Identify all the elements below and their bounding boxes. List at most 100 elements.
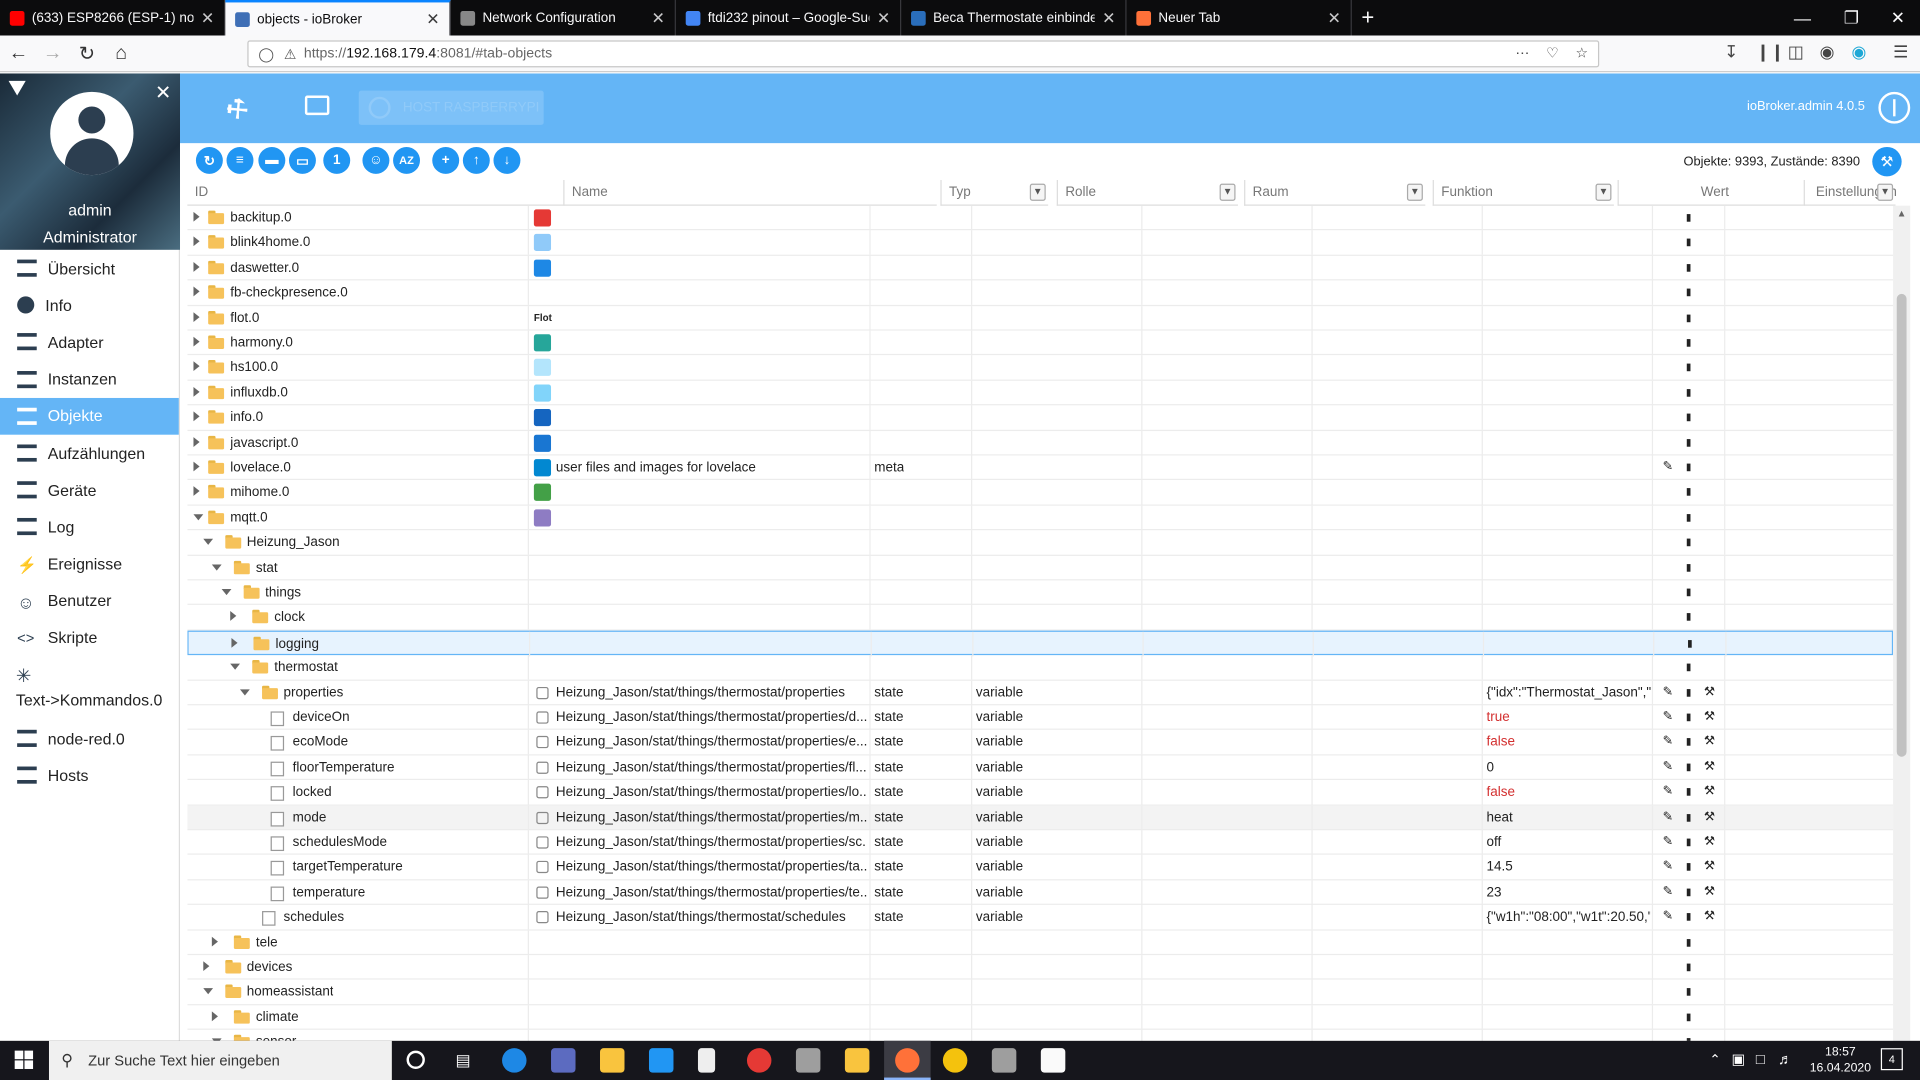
vertical-scrollbar[interactable]: ▲ — [1893, 205, 1911, 1041]
expand-toggle-icon[interactable] — [239, 688, 250, 696]
col-type[interactable]: Typ ▼ — [940, 180, 1049, 206]
delete-icon[interactable]: ▮ — [1682, 211, 1694, 226]
scrollbar-thumb[interactable] — [1896, 293, 1907, 757]
collapse-toggle-icon[interactable] — [193, 311, 200, 322]
collapse-toggle-icon[interactable] — [193, 236, 200, 247]
collapse-toggle-icon[interactable] — [211, 936, 218, 947]
sidebar-item-skripte[interactable]: <> Skripte — [0, 619, 179, 656]
table-row[interactable]: influxdb.0 ▮ — [187, 380, 1894, 406]
add-icon[interactable]: + — [432, 146, 460, 174]
close-icon[interactable]: ✕ — [155, 81, 171, 105]
notifications-icon[interactable]: 4 — [1880, 1048, 1903, 1071]
table-row[interactable]: harmony.0 ▮ — [187, 330, 1894, 356]
delete-icon[interactable]: ▮ — [1682, 985, 1694, 1000]
delete-icon[interactable]: ▮ — [1682, 785, 1694, 800]
opera-icon[interactable] — [746, 1048, 772, 1073]
table-row[interactable]: daswetter.0 ▮ — [187, 255, 1894, 281]
custom-settings-icon[interactable]: ⚒ — [1703, 735, 1715, 750]
tab-close-icon[interactable]: ✕ — [426, 9, 439, 29]
edit-members-icon[interactable]: ☺ — [362, 146, 390, 174]
library-icon[interactable]: ❙❙ — [1756, 42, 1785, 63]
delete-icon[interactable]: ▮ — [1682, 585, 1694, 600]
sidebar-item-aufz-hlungen[interactable]: Aufzählungen — [0, 435, 179, 472]
downloads-icon[interactable]: ↧ — [1724, 42, 1738, 63]
settings-wrench-button[interactable]: ⚒ — [1872, 146, 1902, 177]
folder-expand-icon[interactable]: ▭ — [288, 146, 316, 174]
new-tab-button[interactable]: + — [1352, 0, 1384, 36]
windows-start-icon[interactable] — [14, 1050, 34, 1069]
delete-icon[interactable]: ▮ — [1682, 760, 1694, 775]
delete-icon[interactable]: ▮ — [1682, 885, 1694, 900]
sidebar-item-ger-te[interactable]: Geräte — [0, 472, 179, 509]
volume-icon[interactable]: ♬ — [1778, 1051, 1793, 1068]
delete-icon[interactable]: ▮ — [1682, 286, 1694, 301]
chevron-down-icon[interactable]: ▼ — [1219, 183, 1236, 201]
table-row[interactable]: schedulesMode Heizung_Jason/stat/things/t… — [187, 830, 1894, 856]
page-actions-icon[interactable]: ⋯ — [1515, 44, 1529, 62]
network-icon[interactable]: ▣ — [1731, 1051, 1745, 1068]
sidebar-item-hosts[interactable]: Hosts — [0, 757, 179, 794]
url-bar[interactable]: ◯ ⚠ https://192.168.179.4:8081/#tab-obje… — [247, 40, 1600, 68]
taskbar-search[interactable]: ⚲ Zur Suche Text hier eingeben — [48, 1040, 392, 1080]
tray-up-icon[interactable]: ⌃ — [1709, 1052, 1720, 1068]
upload-icon[interactable]: ↑ — [462, 146, 490, 174]
collapse-toggle-icon[interactable] — [193, 261, 200, 272]
browser-tab[interactable]: objects - ioBroker ✕ — [225, 0, 451, 36]
table-row[interactable]: properties Heizung_Jason/stat/things/ther… — [187, 680, 1894, 706]
table-row[interactable]: javascript.0 ▮ — [187, 430, 1894, 456]
table-row[interactable]: clock ▮ — [187, 605, 1894, 631]
display-icon[interactable]: □ — [1756, 1051, 1765, 1068]
edit-icon[interactable]: ✎ — [1662, 785, 1674, 800]
sidebar-item-info[interactable]: Info — [0, 287, 179, 324]
chevron-down-icon[interactable]: ▼ — [1029, 183, 1046, 201]
delete-icon[interactable]: ▮ — [1682, 311, 1694, 326]
putty-icon[interactable] — [991, 1048, 1017, 1073]
delete-icon[interactable]: ▮ — [1682, 835, 1694, 850]
collapse-toggle-icon[interactable] — [193, 386, 200, 397]
table-row[interactable]: lovelace.0 user files and images for love… — [187, 455, 1894, 481]
col-settings[interactable]: Einstellungen ▼ — [1803, 180, 1897, 206]
firefox-taskbar-active[interactable] — [884, 1040, 931, 1080]
avatar[interactable] — [50, 91, 134, 176]
table-row[interactable]: Heizung_Jason ▮ — [187, 530, 1894, 556]
col-role[interactable]: Rolle ▼ — [1056, 180, 1238, 206]
table-row[interactable]: thermostat ▮ — [187, 655, 1894, 681]
table-row[interactable]: backitup.0 ▮ — [187, 205, 1894, 231]
browser-tab[interactable]: Neuer Tab ✕ — [1127, 0, 1352, 36]
table-row[interactable]: stat ▮ — [187, 555, 1894, 581]
delete-icon[interactable]: ▮ — [1682, 735, 1694, 750]
custom-settings-icon[interactable]: ⚒ — [1703, 785, 1715, 800]
maximize-icon[interactable]: ❐ — [1827, 0, 1876, 36]
notepad-icon[interactable] — [697, 1048, 716, 1073]
collapse-toggle-icon[interactable] — [193, 411, 200, 422]
level-icon[interactable]: 1 — [323, 146, 351, 174]
download-icon[interactable]: ↓ — [493, 146, 521, 174]
delete-icon[interactable]: ▮ — [1682, 610, 1694, 625]
edge-icon[interactable] — [502, 1048, 527, 1073]
delete-icon[interactable]: ▮ — [1682, 685, 1694, 700]
delete-icon[interactable]: ▮ — [1682, 336, 1694, 351]
table-row[interactable]: fb-checkpresence.0 ▮ — [187, 280, 1894, 306]
expand-toggle-icon[interactable] — [230, 663, 241, 671]
minimize-icon[interactable]: — — [1778, 0, 1827, 36]
delete-icon[interactable]: ▮ — [1684, 636, 1696, 651]
expand-toggle-icon[interactable] — [221, 588, 231, 596]
scroll-up-icon[interactable]: ▲ — [1897, 208, 1907, 219]
col-function[interactable]: Funktion ▼ — [1432, 180, 1614, 206]
table-row[interactable]: schedules Heizung_Jason/stat/things/therm… — [187, 905, 1894, 931]
store-icon[interactable] — [551, 1048, 576, 1073]
table-row[interactable]: floorTemperature Heizung_Jason/stat/thing… — [187, 755, 1894, 781]
delete-icon[interactable]: ▮ — [1682, 435, 1694, 450]
table-row[interactable]: things ▮ — [187, 580, 1894, 606]
tab-close-icon[interactable]: ✕ — [1327, 8, 1340, 28]
col-id[interactable]: ID — [187, 180, 564, 206]
table-row[interactable]: mqtt.0 ▮ — [187, 505, 1894, 531]
table-row[interactable]: locked Heizung_Jason/stat/things/thermost… — [187, 780, 1894, 806]
edit-icon[interactable]: ✎ — [1662, 810, 1674, 825]
collapse-toggle-icon[interactable] — [193, 436, 200, 447]
browser-tab[interactable]: ftdi232 pinout – Google-Suche ✕ — [676, 0, 902, 36]
collapse-toggle-icon[interactable] — [193, 336, 200, 347]
edit-icon[interactable]: ✎ — [1662, 735, 1674, 750]
custom-settings-icon[interactable]: ⚒ — [1703, 685, 1715, 700]
sidebar-item-objekte[interactable]: Objekte — [0, 397, 179, 435]
